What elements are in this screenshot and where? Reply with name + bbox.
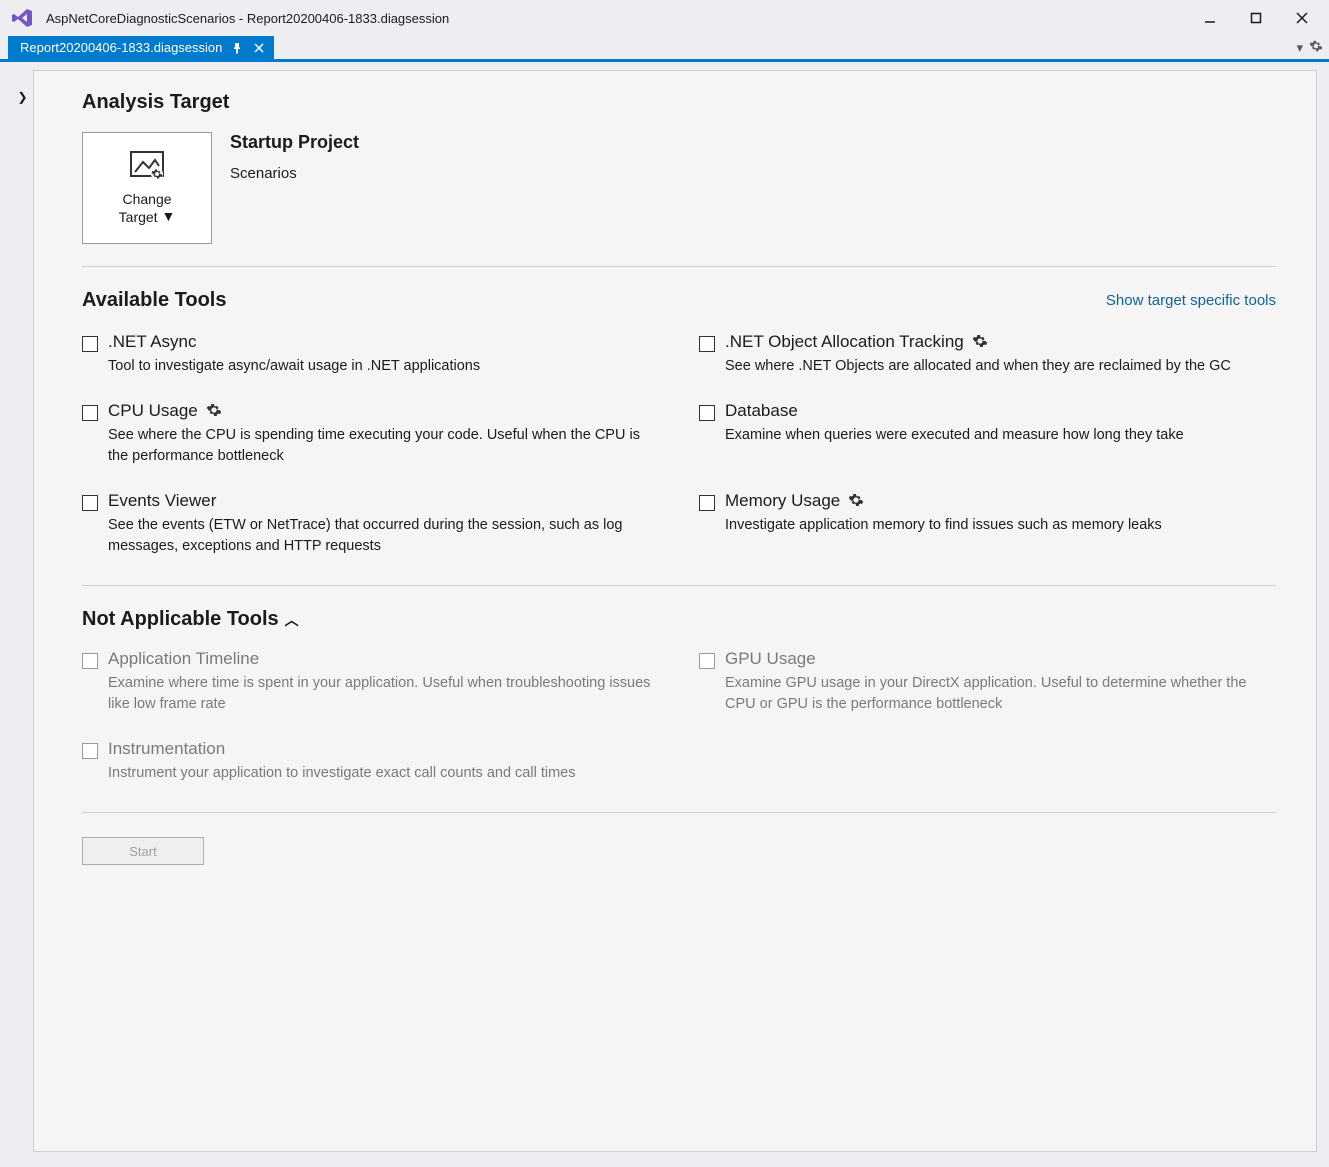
tool-description: Instrument your application to investiga… — [108, 763, 659, 784]
tool-title: .NET Async — [108, 332, 197, 352]
tool-item: CPU Usage See where the CPU is spending t… — [82, 401, 659, 467]
tool-title: .NET Object Allocation Tracking — [725, 332, 964, 352]
separator — [82, 812, 1276, 813]
tool-checkbox — [82, 653, 98, 669]
tool-checkbox[interactable] — [82, 336, 98, 352]
tool-title: Events Viewer — [108, 491, 216, 511]
tool-title: Application Timeline — [108, 649, 259, 669]
maximize-button[interactable] — [1233, 3, 1279, 33]
tool-description: Examine when queries were executed and m… — [725, 425, 1276, 446]
picture-gear-icon — [129, 150, 165, 180]
tab-close-icon[interactable] — [252, 41, 266, 55]
gear-icon[interactable] — [1309, 39, 1323, 56]
tool-title: Instrumentation — [108, 739, 225, 759]
start-button[interactable]: Start — [82, 837, 204, 865]
titlebar: AspNetCoreDiagnosticScenarios - Report20… — [0, 0, 1329, 36]
main-content: Analysis Target Change Target ▼ Sta — [34, 70, 1317, 1152]
tool-description: See where .NET Objects are allocated and… — [725, 356, 1276, 377]
tool-item: Events Viewer See the events (ETW or NetT… — [82, 491, 659, 557]
minimize-button[interactable] — [1187, 3, 1233, 33]
gear-icon[interactable] — [206, 402, 222, 421]
expand-chevron-icon[interactable]: ❯ — [17, 90, 27, 1152]
tool-item: GPU Usage Examine GPU usage in your Direc… — [699, 649, 1276, 715]
window-title: AspNetCoreDiagnosticScenarios - Report20… — [46, 11, 449, 26]
tool-item: .NET Async Tool to investigate async/awai… — [82, 332, 659, 377]
gear-icon[interactable] — [848, 492, 864, 511]
tool-checkbox — [699, 653, 715, 669]
tool-checkbox — [82, 743, 98, 759]
side-gutter: ❯ — [12, 70, 34, 1152]
available-tools-heading: Available Tools — [82, 289, 226, 312]
close-button[interactable] — [1279, 3, 1325, 33]
tabstrip: Report20200406-1833.diagsession ▾ — [0, 36, 1329, 62]
chevron-up-icon: ︿ — [285, 610, 299, 630]
tool-item: Instrumentation Instrument your applicati… — [82, 739, 659, 784]
separator — [82, 585, 1276, 586]
tool-item: Memory Usage Investigate application memo… — [699, 491, 1276, 557]
tool-title: CPU Usage — [108, 401, 198, 421]
tab-label: Report20200406-1833.diagsession — [20, 40, 222, 55]
tool-checkbox[interactable] — [699, 405, 715, 421]
tool-checkbox[interactable] — [82, 405, 98, 421]
tool-description: Examine where time is spent in your appl… — [108, 673, 659, 715]
not-applicable-toggle[interactable]: Not Applicable Tools ︿ — [82, 608, 1276, 631]
tool-description: See where the CPU is spending time execu… — [108, 425, 659, 467]
change-target-label: Change Target ▼ — [119, 190, 176, 226]
tab-overflow-dropdown[interactable]: ▾ — [1296, 40, 1303, 56]
tool-checkbox[interactable] — [82, 495, 98, 511]
tool-checkbox[interactable] — [699, 336, 715, 352]
tool-title: Database — [725, 401, 798, 421]
tool-description: Tool to investigate async/await usage in… — [108, 356, 659, 377]
vs-logo-icon — [10, 6, 34, 30]
tool-description: See the events (ETW or NetTrace) that oc… — [108, 515, 659, 557]
document-tab[interactable]: Report20200406-1833.diagsession — [8, 36, 274, 59]
caret-down-icon: ▼ — [161, 207, 175, 225]
tool-title: Memory Usage — [725, 491, 840, 511]
target-subtitle: Scenarios — [230, 165, 359, 182]
tool-description: Investigate application memory to find i… — [725, 515, 1276, 536]
target-title: Startup Project — [230, 132, 359, 153]
pin-icon[interactable] — [230, 41, 244, 55]
tool-item: .NET Object Allocation Tracking See where… — [699, 332, 1276, 377]
show-target-specific-link[interactable]: Show target specific tools — [1106, 292, 1276, 309]
tool-description: Examine GPU usage in your DirectX applic… — [725, 673, 1276, 715]
tool-item: Database Examine when queries were execut… — [699, 401, 1276, 467]
gear-icon[interactable] — [972, 333, 988, 352]
change-target-button[interactable]: Change Target ▼ — [82, 132, 212, 244]
analysis-target-heading: Analysis Target — [82, 91, 1276, 114]
tool-title: GPU Usage — [725, 649, 816, 669]
tool-item: Application Timeline Examine where time i… — [82, 649, 659, 715]
separator — [82, 266, 1276, 267]
tool-checkbox[interactable] — [699, 495, 715, 511]
